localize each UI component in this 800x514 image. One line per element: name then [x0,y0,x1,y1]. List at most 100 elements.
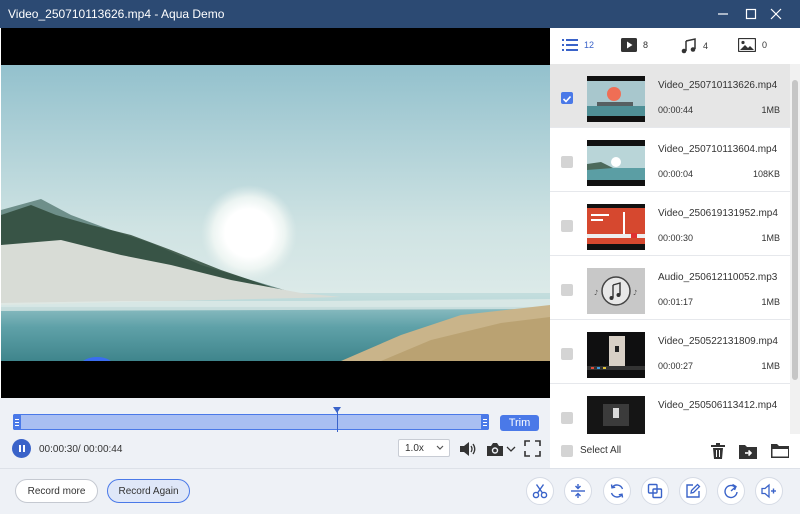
audio-thumbnail: ♪ ♪ [587,268,645,314]
pause-button[interactable] [12,439,31,458]
list-item[interactable]: ♪ ♪ Audio_250612110052.mp3 00:01:17 1MB [550,256,790,320]
item-thumbnail [587,396,645,434]
bottom-toolbar: Record more Record Again [0,468,800,514]
trim-end-handle[interactable] [481,414,489,430]
file-list-scrollbar[interactable] [790,64,800,434]
tab-all-count: 12 [584,40,595,50]
thumbnail-image [587,332,645,378]
trim-button[interactable]: Trim [500,415,539,431]
item-checkbox[interactable] [561,284,573,296]
trim-timeline[interactable] [13,414,489,430]
refresh-icon [610,484,624,498]
item-size: 1MB [761,233,780,243]
share-icon [724,483,738,499]
tab-video[interactable]: 8 [621,38,648,52]
video-icon [621,38,637,52]
volume-button[interactable] [459,441,477,457]
item-name: Video_250710113604.mp4 [658,144,778,155]
volume-icon [460,442,476,456]
thumbnail-image [587,76,645,122]
chevron-down-icon [506,446,516,452]
maximize-icon [745,8,757,20]
cut-button[interactable] [526,477,554,505]
thumbnail-image [587,396,645,434]
speed-select[interactable]: 1.0x [398,439,450,457]
list-item[interactable]: Video_250619131952.mp4 00:00:30 1MB [550,192,790,256]
record-again-button[interactable]: Record Again [107,479,190,503]
item-thumbnail [587,204,645,250]
tab-video-count: 8 [643,40,649,50]
item-thumbnail [587,76,645,122]
close-icon [770,8,782,20]
playhead-marker[interactable] [333,407,341,413]
tab-audio[interactable]: 4 [681,38,708,54]
item-name: Video_250710113626.mp4 [658,80,778,91]
item-thumbnail: ♪ ♪ [587,268,645,314]
split-button[interactable] [564,477,592,505]
edit-icon [686,483,701,498]
media-type-tabs: 12 8 4 0 [550,28,800,64]
folder-export-icon [739,445,757,459]
trim-start-handle[interactable] [13,414,21,430]
convert-button[interactable] [603,477,631,505]
scrollbar-thumb[interactable] [792,80,798,380]
item-size: 1MB [761,105,780,115]
volume-plus-icon [761,483,776,499]
svg-text:♪: ♪ [633,289,637,297]
camera-icon [487,443,503,456]
check-icon [562,95,572,103]
item-name: Audio_250612110052.mp3 [658,272,778,283]
fullscreen-icon [524,440,541,457]
minimize-button[interactable] [713,4,733,24]
thumbnail-image [587,140,645,186]
item-checkbox[interactable] [561,92,573,104]
delete-button[interactable] [708,441,728,461]
export-folder-button[interactable] [738,441,758,461]
select-all-checkbox[interactable] [561,445,573,457]
snapshot-options-button[interactable] [506,445,516,453]
video-frame[interactable] [1,65,550,361]
playhead-line[interactable] [337,410,338,432]
share-button[interactable] [717,477,745,505]
item-name: Video_250506113412.mp4 [658,400,778,411]
snapshot-button[interactable] [486,441,504,457]
list-item[interactable]: Video_250710113604.mp4 00:00:04 108KB [550,128,790,192]
close-button[interactable] [766,4,786,24]
edit-button[interactable] [679,477,707,505]
item-size: 1MB [761,361,780,371]
add-audio-button[interactable] [755,477,783,505]
open-folder-button[interactable] [770,441,790,461]
merge-button[interactable] [641,477,669,505]
trash-icon [711,443,725,459]
fullscreen-button[interactable] [524,440,541,457]
video-preview-image [1,65,550,361]
item-size: 1MB [761,297,780,307]
item-name: Video_250619131952.mp4 [658,208,778,219]
video-player[interactable] [1,28,550,398]
tab-image[interactable]: 0 [738,38,767,52]
svg-text:♪: ♪ [594,289,598,297]
item-checkbox[interactable] [561,220,573,232]
item-checkbox[interactable] [561,156,573,168]
item-checkbox[interactable] [561,412,573,424]
list-item[interactable]: Video_250710113626.mp4 00:00:44 1MB [550,64,790,128]
split-icon [571,484,585,498]
player-controls: Trim 00:00:30/ 00:00:44 1.0x [0,398,550,468]
item-duration: 00:00:04 [658,169,694,179]
playback-time: 00:00:30/ 00:00:44 [39,444,123,455]
music-icon [681,38,696,54]
minimize-icon [718,13,728,15]
select-all-label[interactable]: Select All [580,445,621,456]
speed-value: 1.0x [405,442,424,454]
item-checkbox[interactable] [561,348,573,360]
file-list-footer: Select All [550,434,800,468]
scissors-icon [532,484,548,499]
record-more-button[interactable]: Record more [15,479,98,503]
tab-all[interactable]: 12 [562,38,594,52]
window-title: Video_250710113626.mp4 - Aqua Demo [8,7,225,21]
maximize-button[interactable] [741,4,761,24]
list-icon [562,39,578,51]
list-item[interactable]: Video_250522131809.mp4 00:00:27 1MB [550,320,790,384]
list-item[interactable]: Video_250506113412.mp4 [550,384,790,434]
item-duration: 00:00:30 [658,233,694,243]
